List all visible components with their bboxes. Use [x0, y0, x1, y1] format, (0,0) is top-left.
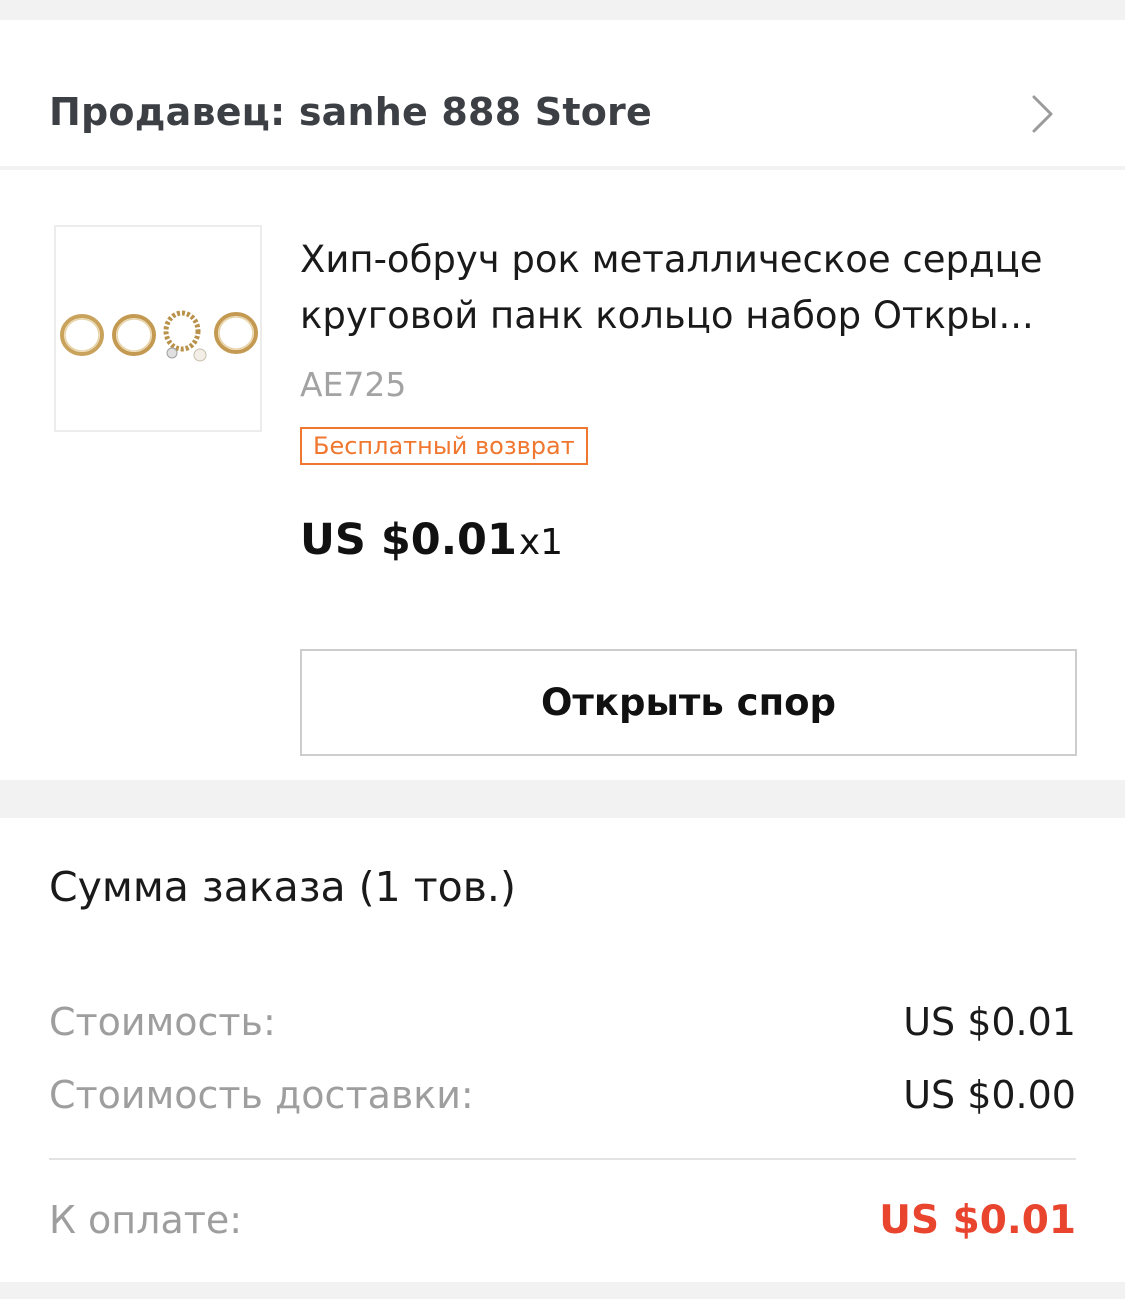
product-image[interactable] [54, 225, 262, 432]
order-summary: Сумма заказа (1 тов.) Стоимость: US $0.0… [0, 818, 1125, 1282]
product-title-line-1: Хип-обруч рок металлическое сердце [300, 238, 1043, 281]
order-summary-title: Сумма заказа (1 тов.) [49, 863, 516, 911]
cost-label: Стоимость: [49, 1000, 276, 1044]
shipping-row: Стоимость доставки: US $0.00 [49, 1073, 1076, 1117]
order-details-page: Продавец: sanhe 888 Store Хип-обруч рок … [0, 0, 1125, 1299]
shipping-value: US $0.00 [903, 1073, 1076, 1117]
total-value: US $0.01 [879, 1198, 1076, 1243]
price-line: US $0.01 x1 [300, 515, 563, 575]
shipping-label: Стоимость доставки: [49, 1073, 474, 1117]
product-title[interactable]: Хип-обруч рок металлическое сердце круго… [300, 232, 1090, 344]
product-sku: AE725 [300, 365, 407, 404]
cost-row: Стоимость: US $0.01 [49, 1000, 1076, 1044]
free-return-badge: Бесплатный возврат [300, 427, 588, 465]
product-quantity: x1 [518, 522, 564, 563]
summary-divider [49, 1158, 1076, 1160]
product-title-line-2: круговой панк кольцо набор Откры... [300, 294, 1034, 337]
open-dispute-button[interactable]: Открыть спор [300, 649, 1077, 756]
chevron-right-icon [1032, 95, 1053, 133]
total-label: К оплате: [49, 1198, 243, 1242]
seller-row[interactable]: Продавец: sanhe 888 Store [0, 20, 1125, 166]
cost-value: US $0.01 [903, 1000, 1076, 1044]
product-card: Хип-обруч рок металлическое сердце круго… [0, 170, 1125, 780]
total-row: К оплате: US $0.01 [49, 1198, 1076, 1243]
product-price: US $0.01 [300, 515, 517, 565]
seller-name: Продавец: sanhe 888 Store [49, 90, 652, 134]
ring-set-icon [60, 310, 258, 362]
